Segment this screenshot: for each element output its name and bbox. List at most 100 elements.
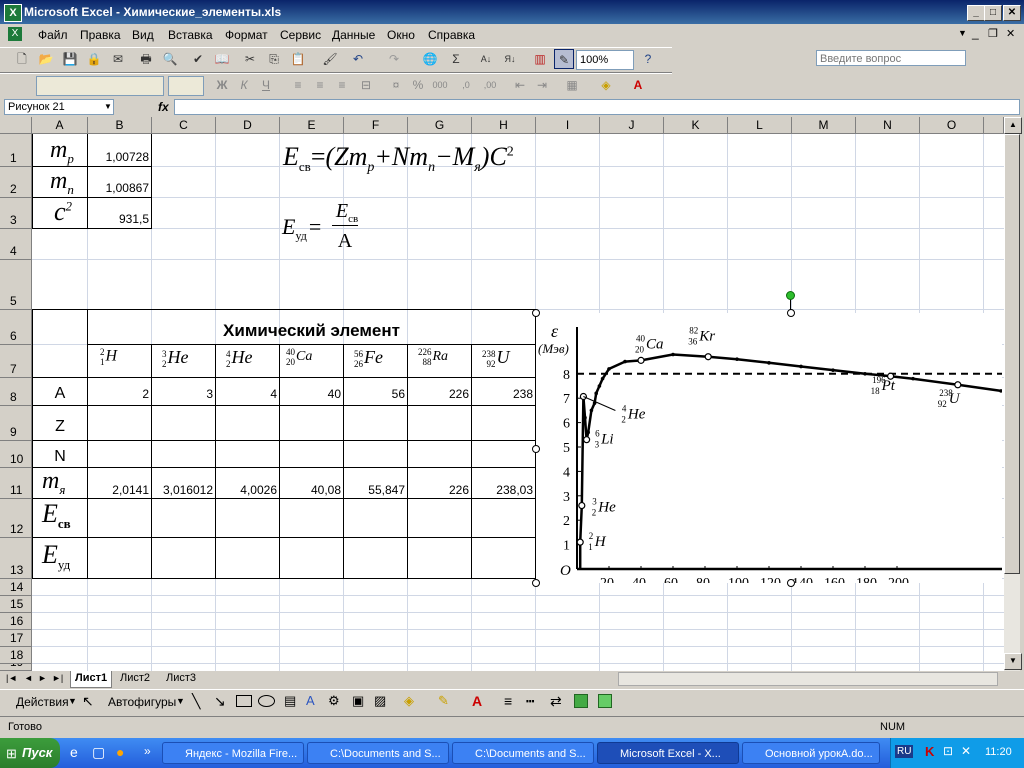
name-box[interactable]: Рисунок 21 — [4, 99, 114, 115]
percent-icon[interactable]: % — [408, 75, 428, 95]
oval-icon[interactable] — [258, 695, 275, 707]
print-preview-icon[interactable]: 🔍 — [160, 49, 180, 69]
row-label-binding-energy[interactable]: Eсв — [42, 499, 71, 532]
merge-center-icon[interactable]: ⊟ — [356, 75, 376, 95]
menu-insert[interactable]: Вставка — [168, 28, 213, 42]
first-sheet-icon[interactable]: |◄ — [6, 673, 17, 683]
redo-icon[interactable]: ↷ — [384, 49, 404, 69]
horizontal-scrollbar[interactable] — [618, 672, 998, 686]
open-icon[interactable]: 📂 — [36, 49, 56, 69]
column-header[interactable]: I — [536, 117, 600, 134]
table-cell[interactable]: 226 — [408, 387, 472, 401]
font-select[interactable] — [36, 76, 164, 96]
scroll-down-icon[interactable]: ▼ — [1004, 653, 1022, 670]
menu-help[interactable]: Справка — [428, 28, 475, 42]
insert-picture-icon[interactable]: ▨ — [374, 693, 386, 709]
element-header[interactable]: 4 2He — [226, 347, 253, 369]
permission-icon[interactable]: 🔒 — [84, 49, 104, 69]
ask-dropdown-icon[interactable]: ▼ — [958, 28, 967, 38]
column-header[interactable]: H — [472, 117, 536, 134]
antivirus-icon[interactable]: K — [925, 744, 934, 759]
resize-handle[interactable] — [532, 309, 540, 317]
row-label-n[interactable]: N — [32, 448, 88, 466]
doc-minimize-icon[interactable]: _ — [972, 26, 979, 40]
table-cell[interactable]: 4 — [216, 387, 280, 401]
table-cell[interactable]: 40,08 — [280, 483, 344, 497]
fx-icon[interactable]: fx — [158, 100, 169, 114]
binding-energy-formula[interactable]: Eсв=(Zmp+Nmn−Mя)C2 — [283, 142, 514, 176]
column-header[interactable]: M — [792, 117, 856, 134]
table-cell[interactable]: 56 — [344, 387, 408, 401]
more-quicklaunch-icon[interactable]: » — [144, 744, 151, 758]
align-left-icon[interactable]: ≡ — [288, 75, 308, 95]
next-sheet-icon[interactable]: ► — [38, 673, 47, 683]
column-header-partial[interactable] — [984, 117, 1004, 134]
save-icon[interactable]: 💾 — [60, 49, 80, 69]
element-header[interactable]: 2 1H — [100, 347, 117, 367]
excel-app-icon[interactable]: X — [4, 4, 22, 22]
row-header[interactable]: 13 — [0, 538, 32, 579]
specific-energy-formula[interactable]: Eуд= — [282, 214, 323, 243]
italic-icon[interactable]: К — [234, 75, 254, 95]
thousands-icon[interactable]: 000 — [430, 75, 450, 95]
currency-icon[interactable]: ¤ — [386, 75, 406, 95]
doc-close-icon[interactable]: ✕ — [1006, 27, 1015, 40]
sheet-tab-2[interactable]: Лист2 — [116, 671, 154, 687]
autoshapes-menu[interactable]: Автофигуры — [108, 695, 176, 709]
line-icon[interactable]: ╲ — [192, 693, 200, 710]
vertical-scrollbar[interactable]: ▲ ▼ — [1004, 117, 1022, 671]
row-header[interactable]: 17 — [0, 630, 32, 647]
align-center-icon[interactable]: ≡ — [310, 75, 330, 95]
sort-desc-icon[interactable]: Я↓ — [500, 49, 520, 69]
ie-icon[interactable]: e — [70, 744, 78, 760]
maximize-button[interactable]: □ — [984, 5, 1002, 21]
row-header[interactable]: 9 — [0, 406, 32, 441]
table-cell[interactable]: 238 — [472, 387, 536, 401]
column-header[interactable]: L — [728, 117, 792, 134]
increase-indent-icon[interactable]: ⇥ — [532, 75, 552, 95]
research-icon[interactable]: 📖 — [212, 49, 232, 69]
line-style-icon[interactable]: ≡ — [504, 693, 512, 709]
menu-data[interactable]: Данные — [332, 28, 375, 42]
row-label-m-nucleus[interactable]: mя — [42, 468, 65, 498]
mp-value[interactable]: 1,00728 — [88, 150, 152, 164]
menu-view[interactable]: Вид — [132, 28, 154, 42]
taskbar-word[interactable]: Основной урокA.do... — [742, 742, 880, 764]
volume-icon[interactable]: ✕ — [961, 744, 971, 758]
name-box-dropdown-icon[interactable]: ▼ — [104, 102, 112, 111]
minimize-button[interactable]: _ — [967, 5, 985, 21]
column-header[interactable]: B — [88, 117, 152, 134]
table-cell[interactable]: 55,847 — [344, 483, 408, 497]
decrease-indent-icon[interactable]: ⇤ — [510, 75, 530, 95]
column-header[interactable]: O — [920, 117, 984, 134]
table-cell[interactable]: 226 — [408, 483, 472, 497]
last-sheet-icon[interactable]: ►| — [52, 673, 63, 683]
chart-wizard-icon[interactable]: ▥ — [530, 49, 550, 69]
resize-handle[interactable] — [787, 309, 795, 317]
row-label-specific-energy[interactable]: Eуд — [42, 540, 70, 573]
column-header[interactable]: A — [32, 117, 88, 134]
select-all-corner[interactable] — [0, 117, 32, 134]
row-header[interactable]: 4 — [0, 229, 32, 260]
element-header[interactable]: 3 2He — [162, 347, 189, 369]
table-cell[interactable]: 2 — [88, 387, 152, 401]
row-header[interactable]: 15 — [0, 596, 32, 613]
element-header[interactable]: 56 26Fe — [354, 347, 383, 369]
row-header[interactable]: 19 — [0, 664, 32, 671]
language-indicator[interactable]: RU — [895, 745, 914, 758]
row-header[interactable]: 3 — [0, 198, 32, 229]
line-color-icon[interactable]: ✎ — [438, 693, 449, 709]
fill-color-draw-icon[interactable]: ◈ — [404, 693, 414, 709]
element-header[interactable]: 226 88Ra — [418, 347, 448, 367]
drawing-icon[interactable]: ✎ — [554, 49, 574, 69]
column-header[interactable]: K — [664, 117, 728, 134]
email-icon[interactable]: ✉ — [108, 49, 128, 69]
column-header[interactable]: J — [600, 117, 664, 134]
row-label-a[interactable]: A — [32, 385, 88, 403]
resize-handle[interactable] — [532, 579, 540, 587]
column-header[interactable]: E — [280, 117, 344, 134]
font-size-select[interactable] — [168, 76, 204, 96]
row-header[interactable]: 7 — [0, 345, 32, 378]
taskbar-folder-1[interactable]: C:\Documents and S... — [307, 742, 449, 764]
row-header[interactable]: 10 — [0, 441, 32, 468]
